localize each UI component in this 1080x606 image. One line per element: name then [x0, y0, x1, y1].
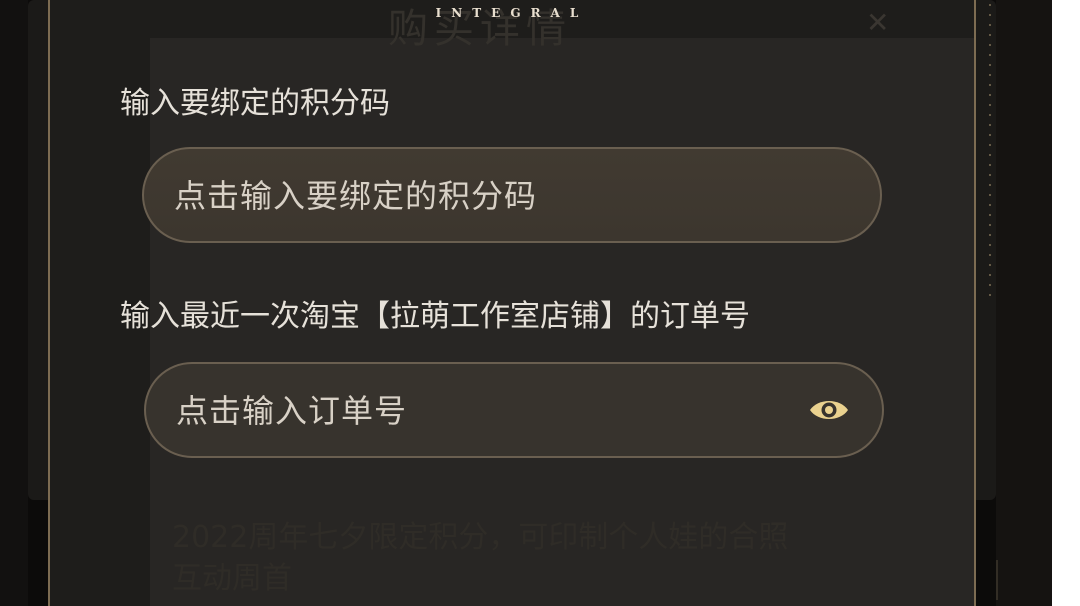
points-code-input[interactable]: 点击输入要绑定的积分码 — [142, 147, 882, 243]
order-number-input[interactable]: 点击输入订单号 — [144, 362, 884, 458]
decorative-corner — [996, 560, 1028, 600]
decorative-dots — [988, 0, 992, 300]
background-right-strip — [996, 0, 1052, 606]
order-number-placeholder: 点击输入订单号 — [176, 392, 408, 431]
points-code-placeholder: 点击输入要绑定的积分码 — [174, 177, 538, 216]
background-description-line2: 互动周首 — [172, 561, 292, 596]
order-number-label: 输入最近一次淘宝【拉萌工作室店铺】的订单号 — [120, 299, 750, 334]
background-left-strip — [0, 0, 28, 606]
app-background: 购买详情 ✕ INTEGRAL 输入要绑定的积分码 点击输入要绑定的积分码 输入… — [0, 0, 1052, 606]
eye-icon[interactable] — [808, 396, 850, 424]
background-description-line1: 2022周年七夕限定积分，可印制个人娃的合照 — [172, 520, 789, 555]
brand-logo-text: INTEGRAL — [435, 6, 589, 20]
points-code-label: 输入要绑定的积分码 — [120, 86, 390, 121]
